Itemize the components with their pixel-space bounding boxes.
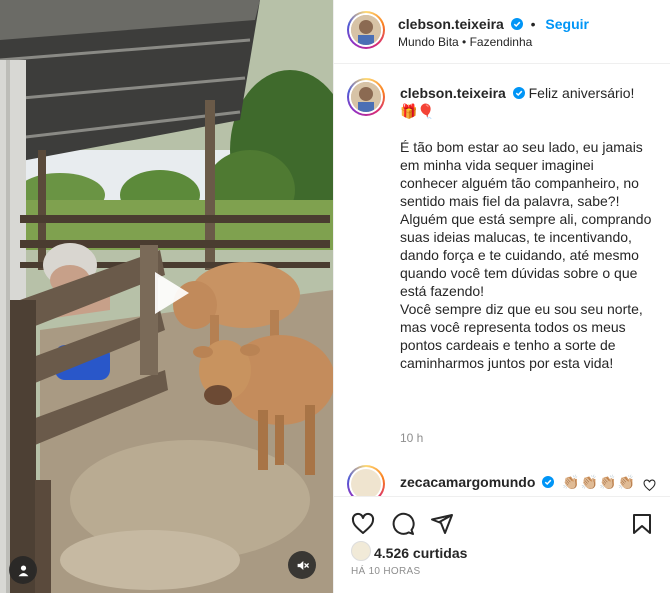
separator-dot: • — [530, 16, 536, 32]
post-media[interactable] — [0, 0, 333, 593]
play-icon — [155, 272, 189, 314]
liker-avatar[interactable] — [351, 541, 371, 561]
separator-dot: • — [462, 35, 470, 49]
speaker-muted-icon — [297, 560, 309, 570]
caption-author[interactable]: clebson.teixeira — [400, 85, 506, 101]
verified-badge-icon — [510, 18, 523, 30]
location-link[interactable]: Fazendinha — [470, 35, 533, 49]
caption-avatar[interactable] — [347, 78, 385, 116]
post-panel: clebson.teixeira • Seguir Mundo Bita • F… — [333, 0, 670, 593]
share-icon[interactable] — [430, 512, 454, 536]
avatar-image — [351, 82, 381, 112]
heart-icon[interactable] — [351, 512, 375, 536]
caption-intro: Feliz aniversário! — [528, 85, 635, 101]
audio-link[interactable]: Mundo Bita — [398, 35, 459, 49]
post-header: clebson.teixeira • Seguir Mundo Bita • F… — [334, 0, 670, 64]
caption-body: É tão bom estar ao seu lado, eu jamais e… — [400, 139, 652, 371]
comment-icon[interactable] — [391, 512, 415, 536]
likes-count[interactable]: 4.526 curtidas — [374, 545, 467, 561]
caption-timestamp[interactable]: 10 h — [400, 431, 423, 445]
user-icon — [18, 564, 28, 576]
post-subtitle: Mundo Bita • Fazendinha — [398, 35, 532, 49]
bookmark-icon[interactable] — [630, 512, 654, 536]
verified-badge-icon — [542, 476, 555, 488]
comments-list[interactable]: clebson.teixeira Feliz aniversário! 🎁🎈 É… — [334, 65, 670, 496]
mute-button[interactable] — [288, 551, 316, 579]
commenter-avatar[interactable] — [347, 465, 385, 496]
follow-button[interactable]: Seguir — [545, 16, 589, 32]
tagged-users-button[interactable] — [9, 556, 37, 584]
comment-text: 👏🏼👏🏼👏🏼👏🏼 — [562, 474, 636, 490]
verified-badge-icon — [512, 87, 525, 99]
author-avatar[interactable] — [347, 11, 385, 49]
post-age[interactable]: HÁ 10 HORAS — [351, 566, 420, 577]
author-username[interactable]: clebson.teixeira — [398, 16, 504, 32]
commenter-username[interactable]: zecacamargomundo — [400, 474, 535, 490]
comment-like-heart-icon[interactable] — [643, 479, 656, 492]
caption-text: clebson.teixeira Feliz aniversário! 🎁🎈 É… — [400, 84, 654, 372]
caption-emojis: 🎁🎈 — [400, 103, 435, 119]
avatar-image — [351, 15, 381, 45]
play-button[interactable] — [137, 262, 199, 324]
